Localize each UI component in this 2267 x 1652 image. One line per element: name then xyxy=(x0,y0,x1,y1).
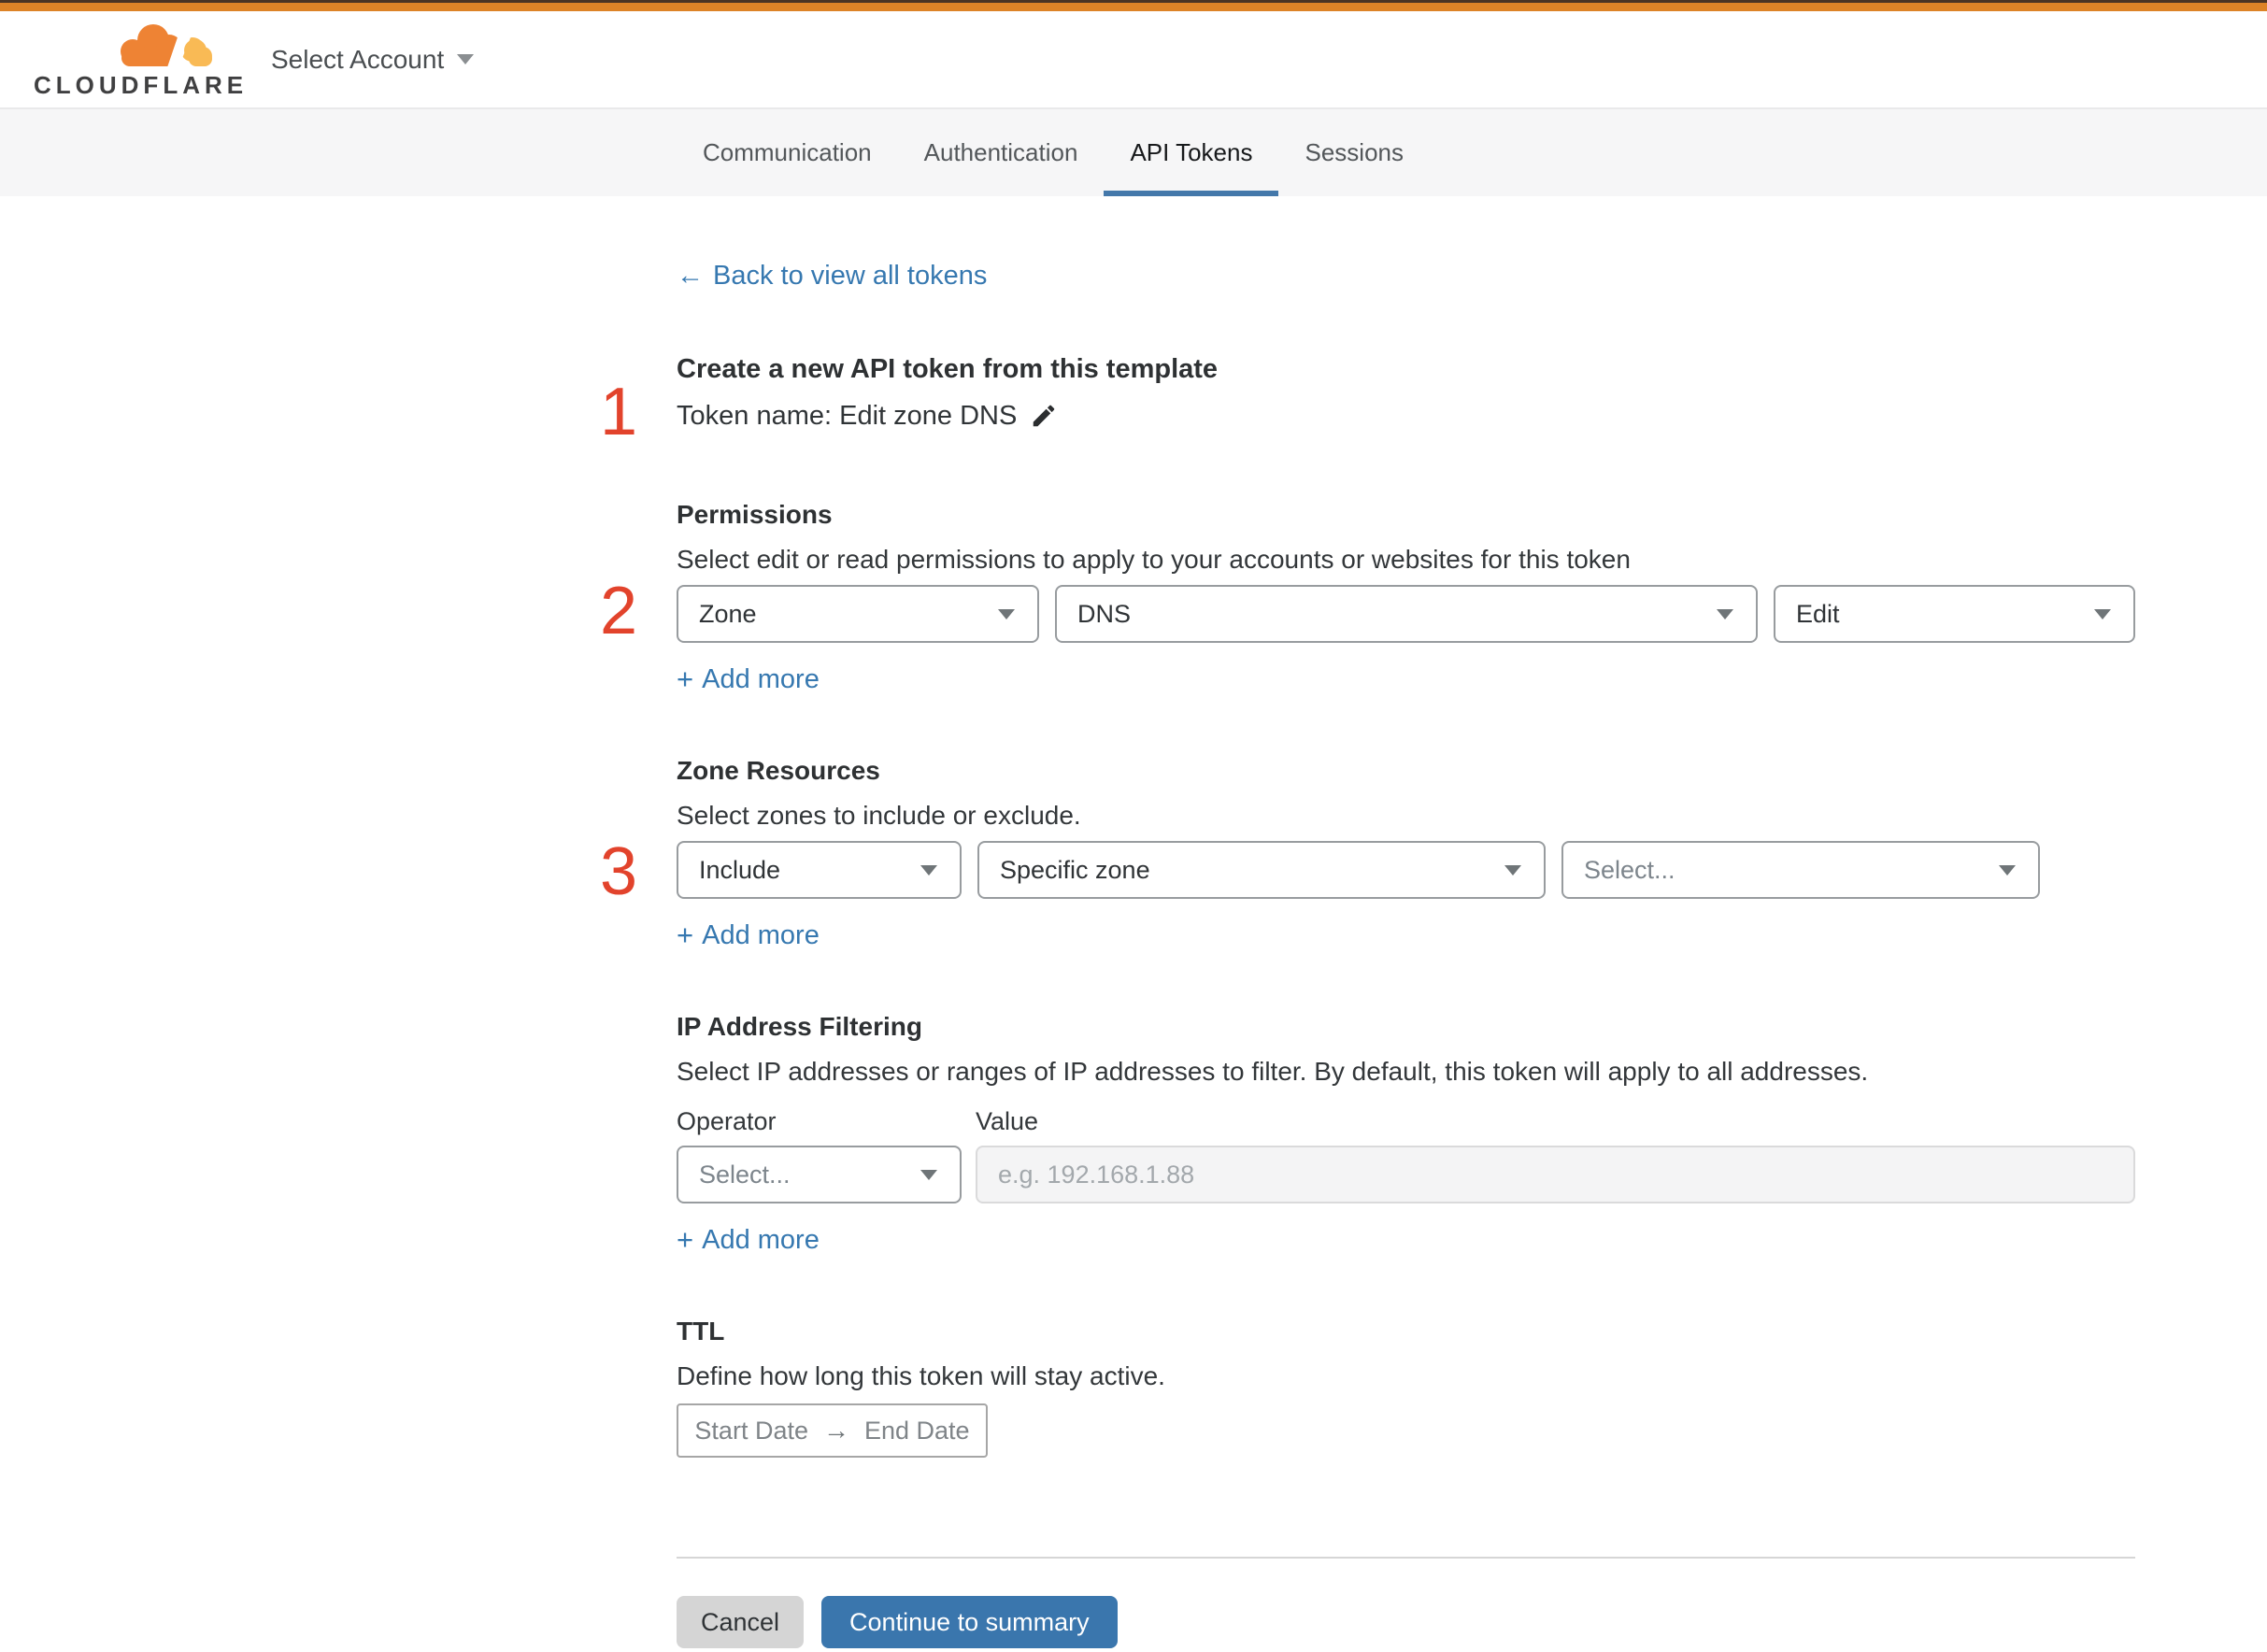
tab-communication[interactable]: Communication xyxy=(677,109,898,196)
permissions-heading: Permissions xyxy=(677,500,833,529)
start-date-placeholder: Start Date xyxy=(694,1416,808,1445)
back-arrow-icon: ← xyxy=(677,261,704,291)
permission-access-select[interactable]: Edit xyxy=(1774,585,2135,643)
ip-filtering-heading: IP Address Filtering xyxy=(677,1012,922,1041)
ip-filtering-row: Select... xyxy=(677,1146,2135,1203)
chevron-down-icon xyxy=(920,1169,937,1180)
account-selector[interactable]: Select Account xyxy=(271,44,475,75)
cloudflare-logo-text: CLOUDFLARE xyxy=(34,71,249,99)
pencil-icon xyxy=(1034,405,1055,427)
zone-picker-select[interactable]: Select... xyxy=(1561,841,2040,899)
zone-type-value: Specific zone xyxy=(1000,855,1150,884)
zone-picker-placeholder: Select... xyxy=(1584,855,1675,884)
token-template-form: 1 2 3 ← Back to view all tokens Create a… xyxy=(600,196,2135,1648)
step-1-marker: 1 xyxy=(599,375,638,449)
ttl-date-range-picker[interactable]: Start Date → End Date xyxy=(677,1403,988,1458)
footer-actions: Cancel Continue to summary xyxy=(677,1596,2135,1648)
ip-filtering-description: Select IP addresses or ranges of IP addr… xyxy=(677,1057,1869,1086)
app-header: CLOUDFLARE Select Account xyxy=(0,11,2267,107)
add-more-ips-link[interactable]: + Add more xyxy=(677,1224,820,1256)
profile-tabbar: Communication Authentication API Tokens … xyxy=(0,107,2267,196)
chevron-down-icon xyxy=(1504,864,1521,876)
operator-label: Operator xyxy=(677,1107,777,1135)
tab-authentication[interactable]: Authentication xyxy=(898,109,1105,196)
zone-resources-section: Zone Resources Select zones to include o… xyxy=(677,755,2135,951)
brand-top-bar xyxy=(0,3,2267,11)
chevron-down-icon xyxy=(1999,864,2016,876)
ip-operator-select[interactable]: Select... xyxy=(677,1146,962,1203)
cancel-button[interactable]: Cancel xyxy=(677,1596,805,1648)
zone-type-select[interactable]: Specific zone xyxy=(977,841,1546,899)
plus-icon: + xyxy=(677,662,694,695)
ttl-section: TTL Define how long this token will stay… xyxy=(677,1316,2135,1458)
zone-resources-description: Select zones to include or exclude. xyxy=(677,801,1081,830)
zone-mode-value: Include xyxy=(699,855,781,884)
permissions-description: Select edit or read permissions to apply… xyxy=(677,545,1631,574)
zone-resources-heading: Zone Resources xyxy=(677,756,880,785)
right-arrow-icon: → xyxy=(822,1416,849,1445)
permission-resource-select[interactable]: DNS xyxy=(1055,585,1758,643)
permission-scope-value: Zone xyxy=(699,599,757,628)
permission-resource-value: DNS xyxy=(1077,599,1132,628)
end-date-placeholder: End Date xyxy=(863,1416,970,1445)
chevron-down-icon xyxy=(998,608,1015,620)
plus-icon: + xyxy=(677,919,694,951)
permissions-section: Permissions Select edit or read permissi… xyxy=(677,499,2135,695)
cloudflare-cloud-icon xyxy=(121,24,212,70)
ip-filtering-section: IP Address Filtering Select IP addresses… xyxy=(677,1011,2135,1256)
value-label: Value xyxy=(976,1107,1039,1135)
permission-access-value: Edit xyxy=(1796,599,1840,628)
chevron-down-icon xyxy=(457,54,475,64)
ip-value-input[interactable] xyxy=(976,1146,2135,1203)
add-more-permissions-label: Add more xyxy=(702,664,820,694)
plus-icon: + xyxy=(677,1223,694,1256)
step-3-marker: 3 xyxy=(599,834,638,909)
ttl-description: Define how long this token will stay act… xyxy=(677,1361,1165,1390)
zone-mode-select[interactable]: Include xyxy=(677,841,962,899)
page-title: Create a new API token from this templat… xyxy=(677,354,1219,384)
permissions-row: Zone DNS Edit xyxy=(677,585,2135,643)
ip-filtering-labels: Operator Value xyxy=(677,1106,2135,1136)
zone-resources-row: Include Specific zone Select... xyxy=(677,841,2135,899)
chevron-down-icon xyxy=(2094,608,2111,620)
back-link-label: Back to view all tokens xyxy=(713,261,988,291)
tab-sessions[interactable]: Sessions xyxy=(1278,109,1430,196)
ttl-heading: TTL xyxy=(677,1317,725,1346)
step-2-marker: 2 xyxy=(599,574,638,648)
token-name-label: Token name: Edit zone DNS xyxy=(677,401,1018,431)
chevron-down-icon xyxy=(920,864,937,876)
permission-scope-select[interactable]: Zone xyxy=(677,585,1039,643)
back-to-tokens-link[interactable]: ← Back to view all tokens xyxy=(677,260,987,292)
add-more-ips-label: Add more xyxy=(702,1225,820,1255)
account-selector-label: Select Account xyxy=(271,44,445,74)
add-more-zones-label: Add more xyxy=(702,920,820,950)
tab-group: Communication Authentication API Tokens … xyxy=(677,109,1430,196)
token-name-row: Token name: Edit zone DNS xyxy=(677,400,2135,432)
edit-token-name-button[interactable] xyxy=(1030,402,1058,430)
tab-api-tokens[interactable]: API Tokens xyxy=(1104,109,1279,196)
chevron-down-icon xyxy=(1717,608,1733,620)
ip-operator-placeholder: Select... xyxy=(699,1160,791,1189)
continue-to-summary-button[interactable]: Continue to summary xyxy=(821,1596,1118,1648)
cloudflare-logo: CLOUDFLARE xyxy=(34,21,243,97)
add-more-zones-link[interactable]: + Add more xyxy=(677,919,820,951)
add-more-permissions-link[interactable]: + Add more xyxy=(677,663,820,695)
footer-divider xyxy=(677,1557,2135,1559)
